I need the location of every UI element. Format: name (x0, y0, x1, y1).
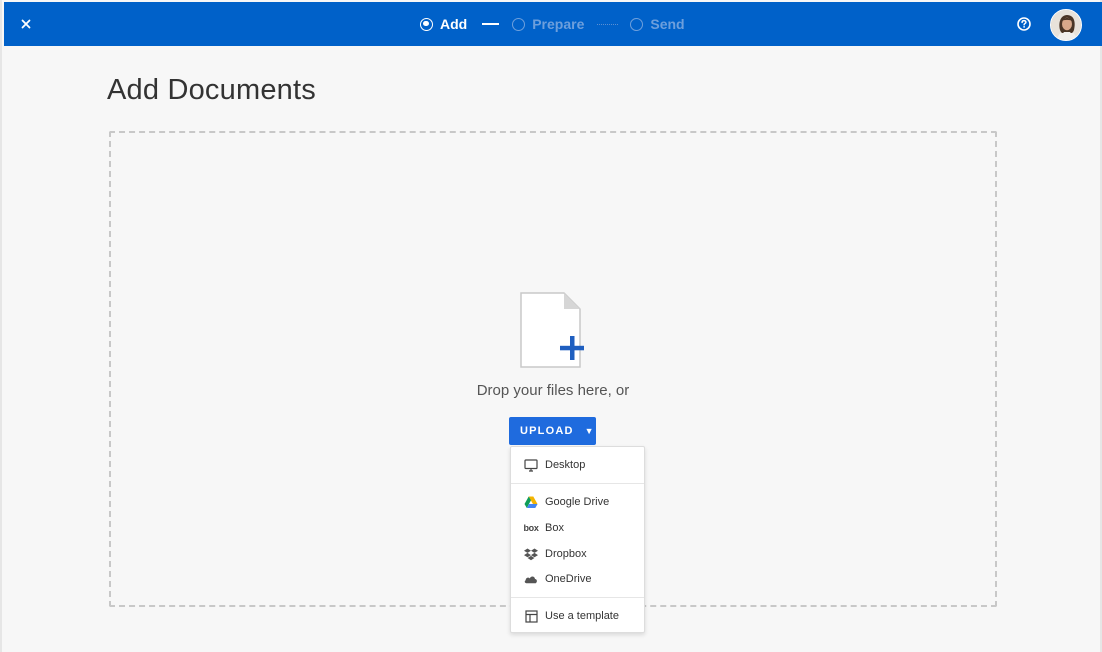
step-prepare-label: Prepare (532, 16, 585, 32)
top-bar: Add Prepare Send (4, 2, 1102, 46)
drop-instructions: Drop your files here, or (476, 382, 630, 399)
step-active-icon (420, 17, 433, 31)
app-frame: Add Prepare Send Add Documents Drop your… (0, 0, 1102, 652)
template-icon (524, 609, 538, 623)
avatar[interactable] (1050, 9, 1082, 41)
menu-item-box[interactable]: box Box (511, 516, 644, 540)
menu-item-desktop[interactable]: Desktop (511, 453, 644, 477)
monitor-icon (524, 458, 538, 472)
upload-button[interactable]: UPLOAD ▼ (509, 417, 596, 445)
menu-item-label: OneDrive (545, 573, 592, 585)
help-icon (1017, 17, 1031, 31)
step-send[interactable]: Send (630, 16, 685, 32)
menu-item-label: Use a template (545, 610, 619, 622)
menu-item-onedrive[interactable]: OneDrive (511, 567, 644, 591)
close-button[interactable] (16, 14, 36, 34)
page-title: Add Documents (107, 74, 316, 106)
google-drive-icon (524, 495, 538, 509)
step-send-label: Send (650, 16, 685, 32)
menu-item-label: Dropbox (545, 548, 587, 560)
menu-divider (511, 597, 644, 598)
step-inactive-icon (630, 17, 644, 31)
step-add[interactable]: Add (420, 16, 467, 32)
close-icon (21, 19, 31, 29)
menu-item-label: Desktop (545, 459, 586, 471)
step-add-label: Add (440, 16, 468, 32)
menu-divider (511, 483, 644, 484)
step-progress: Add Prepare Send (420, 2, 685, 46)
upload-label: UPLOAD (520, 425, 574, 437)
dropbox-icon (524, 547, 538, 561)
caret-down-icon: ▼ (584, 426, 595, 436)
step-connector-dotted (597, 23, 619, 25)
user-photo-icon (1051, 10, 1081, 40)
step-prepare[interactable]: Prepare (512, 16, 584, 32)
upload-source-menu: Desktop Google Drive box Box Dropbox One… (510, 446, 645, 633)
menu-item-label: Google Drive (545, 496, 610, 508)
add-document-icon (520, 292, 584, 368)
step-inactive-icon (512, 17, 526, 31)
box-logo-icon: box (523, 523, 539, 533)
help-button[interactable] (1016, 16, 1032, 32)
menu-item-use-template[interactable]: Use a template (511, 604, 644, 628)
menu-item-label: Box (545, 522, 564, 534)
menu-item-dropbox[interactable]: Dropbox (511, 542, 644, 566)
onedrive-icon (524, 572, 538, 586)
menu-item-google-drive[interactable]: Google Drive (511, 490, 644, 514)
step-connector-solid (482, 23, 500, 25)
